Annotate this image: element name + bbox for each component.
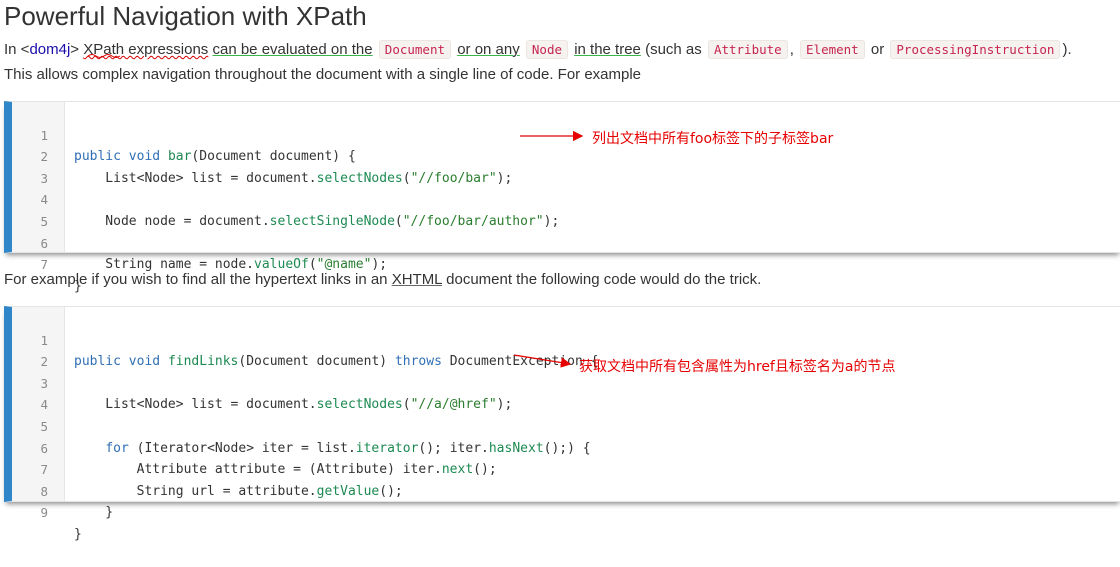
arrow-icon [513,354,572,368]
code-text: } [74,526,82,542]
squiggle-icon [87,54,121,58]
code-text: } [74,505,114,521]
annotation-arrows [87,54,584,368]
annotation-2: 获取文档中所有包含属性为href且标签名为a的节点 [579,359,896,375]
annotation-1: 列出文档中所有foo标签下的子标签bar [592,131,834,147]
line-number: 9 [40,505,48,521]
